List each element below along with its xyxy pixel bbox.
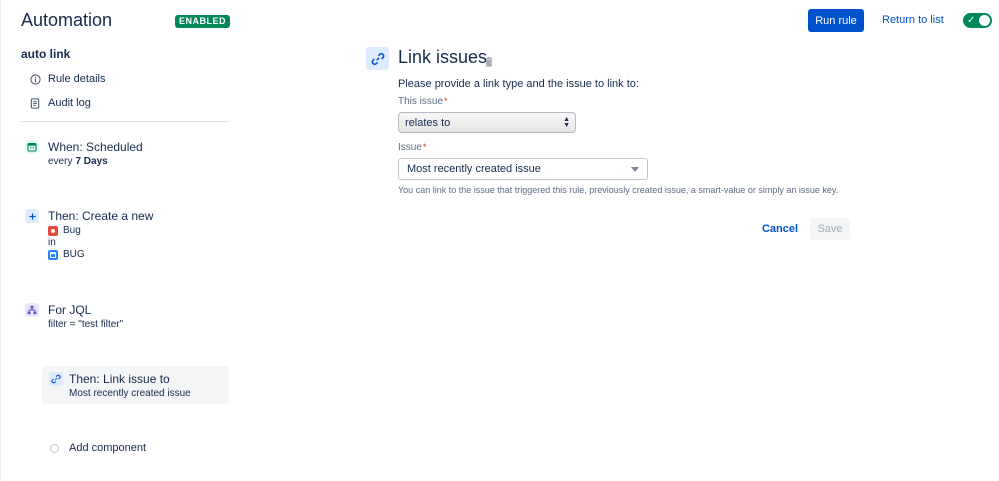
link-type-value: relates to [405, 116, 451, 129]
sidebar-divider [21, 121, 229, 122]
required-marker: * [444, 96, 448, 106]
this-issue-label: This issue* [398, 96, 448, 107]
toggle-knob [979, 15, 990, 26]
add-circle-icon [50, 443, 59, 453]
bug-icon [48, 225, 58, 236]
issue-type-label: Bug [63, 225, 81, 236]
chevron-down-icon [631, 167, 639, 172]
sidebar-item-rule-details[interactable]: Rule details [29, 73, 105, 85]
run-rule-button[interactable]: Run rule [808, 9, 864, 32]
trash-icon[interactable] [485, 54, 493, 72]
add-component-button[interactable]: Add component [50, 442, 146, 454]
issue-dropdown[interactable]: Most recently created issue [398, 158, 648, 180]
issue-type: Bug [48, 225, 81, 236]
jql-filter: filter = "test filter" [48, 319, 124, 330]
add-component-label: Add component [69, 442, 147, 454]
sidebar-item-audit-log[interactable]: Audit log [29, 97, 91, 109]
field-label-text: Issue [398, 142, 422, 153]
project: BUG [48, 249, 85, 260]
document-icon [29, 97, 41, 109]
rule-enabled-toggle[interactable]: ✓ [963, 13, 992, 28]
component-title: When: Scheduled [48, 140, 143, 154]
return-to-list-link[interactable]: Return to list [882, 14, 944, 26]
save-button[interactable]: Save [810, 218, 850, 240]
project-label: BUG [63, 249, 85, 260]
calendar-icon [25, 140, 39, 154]
component-subtitle: every 7 Days [48, 156, 108, 167]
sidebar-item-label: Rule details [48, 73, 106, 85]
info-icon [29, 73, 41, 85]
component-subtitle: Most recently created issue [69, 388, 191, 399]
panel-title: Link issues [398, 47, 488, 67]
rule-name: auto link [21, 47, 71, 61]
schedule-interval: 7 Days [75, 156, 108, 167]
issue-dropdown-value: Most recently created issue [407, 163, 541, 175]
plus-icon [25, 209, 39, 223]
schedule-prefix: every [48, 156, 73, 167]
sidebar-edge [0, 0, 1, 481]
component-title: Then: Create a new [48, 209, 154, 223]
help-text: You can link to the issue that triggered… [398, 185, 839, 195]
page-title: Automation [21, 10, 113, 30]
instructions-text: Please provide a link type and the issue… [398, 78, 639, 90]
component-title: Then: Link issue to [69, 372, 170, 386]
select-arrows-icon: ▲ ▼ [563, 116, 570, 129]
link-icon [49, 372, 63, 386]
branch-icon [25, 303, 39, 317]
cancel-button[interactable]: Cancel [757, 218, 803, 240]
sidebar-item-label: Audit log [48, 97, 91, 109]
in-label: in [48, 237, 56, 248]
check-icon: ✓ [967, 15, 976, 26]
field-label-text: This issue [398, 96, 444, 107]
project-icon [48, 249, 58, 260]
component-action-link-issue[interactable]: Then: Link issue to Most recently create… [42, 366, 229, 404]
issue-label: Issue* [398, 142, 426, 153]
link-icon [366, 47, 389, 70]
component-title: For JQL [48, 303, 92, 317]
link-type-select[interactable]: relates to ▲ ▼ [398, 112, 576, 133]
status-badge: ENABLED [175, 15, 231, 28]
required-marker: * [422, 142, 427, 152]
